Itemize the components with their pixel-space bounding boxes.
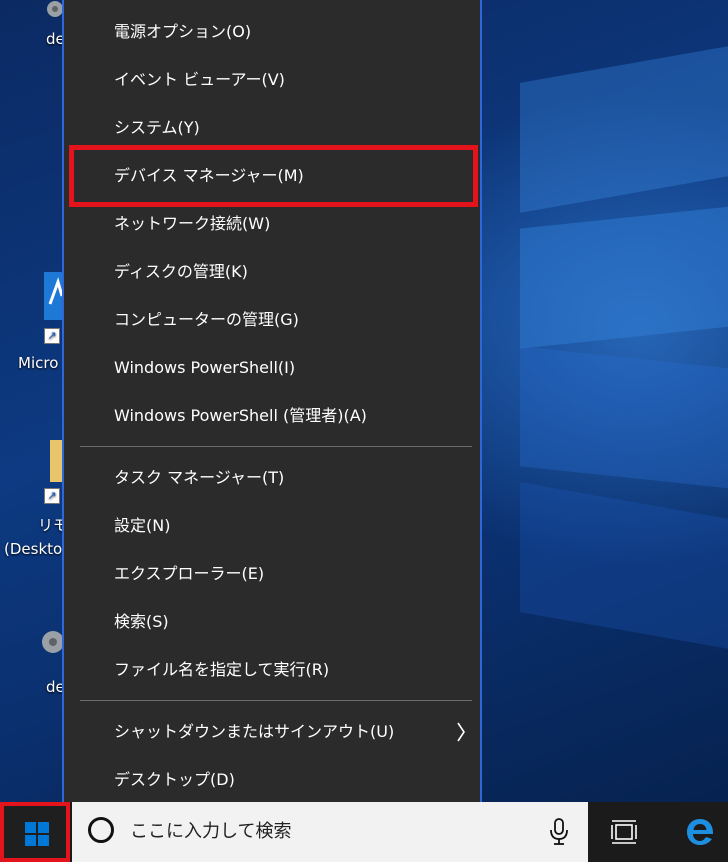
menu-item-label: Windows PowerShell (管理者)(A) (114, 406, 367, 425)
menu-item-power-options[interactable]: 電源オプション(O) (64, 9, 480, 55)
menu-item-label: エクスプローラー(E) (114, 564, 265, 583)
start-button[interactable] (0, 802, 70, 862)
winx-context-menu: 電源オプション(O) イベント ビューアー(V) システム(Y) デバイス マネ… (62, 0, 482, 814)
taskbar-search-box[interactable]: ここに入力して検索 (72, 802, 588, 862)
desktop-icon-label: Micro (18, 354, 59, 372)
desktop-icon-label-2: (Deskto (4, 540, 63, 558)
wallpaper-panel (520, 37, 728, 213)
menu-item-run[interactable]: ファイル名を指定して実行(R) (64, 647, 480, 693)
menu-item-search[interactable]: 検索(S) (64, 599, 480, 645)
wallpaper-panel (520, 201, 728, 349)
menu-separator (80, 700, 472, 701)
wallpaper-panel (520, 346, 728, 494)
menu-item-label: コンピューターの管理(G) (114, 310, 299, 329)
menu-item-desktop[interactable]: デスクトップ(D) (64, 757, 480, 803)
menu-item-powershell[interactable]: Windows PowerShell(I) (64, 345, 480, 391)
wallpaper-panel (520, 482, 728, 658)
taskbar: ここに入力して検索 (0, 802, 728, 862)
menu-separator (80, 446, 472, 447)
menu-item-label: ネットワーク接続(W) (114, 214, 271, 233)
microphone-icon[interactable] (548, 818, 570, 846)
windows-logo-icon (25, 822, 49, 846)
menu-item-label: ディスクの管理(K) (114, 262, 248, 281)
menu-item-label: ファイル名を指定して実行(R) (114, 660, 330, 679)
menu-item-label: 電源オプション(O) (114, 22, 252, 41)
highlight-box (69, 145, 478, 207)
menu-item-computer-management[interactable]: コンピューターの管理(G) (64, 297, 480, 343)
chevron-right-icon (457, 722, 465, 742)
menu-item-label: デスクトップ(D) (114, 770, 235, 789)
menu-item-event-viewer[interactable]: イベント ビューアー(V) (64, 57, 480, 103)
menu-item-settings[interactable]: 設定(N) (64, 503, 480, 549)
menu-item-task-manager[interactable]: タスク マネージャー(T) (64, 455, 480, 501)
menu-item-label: イベント ビューアー(V) (114, 70, 285, 89)
menu-item-shutdown[interactable]: シャットダウンまたはサインアウト(U) (64, 709, 480, 755)
menu-item-label: 検索(S) (114, 612, 169, 631)
menu-item-label: シャットダウンまたはサインアウト(U) (114, 722, 395, 741)
menu-item-label: Windows PowerShell(I) (114, 358, 296, 377)
menu-item-label: システム(Y) (114, 118, 200, 137)
menu-item-label: 設定(N) (114, 516, 171, 535)
menu-item-explorer[interactable]: エクスプローラー(E) (64, 551, 480, 597)
task-view-icon[interactable] (610, 819, 638, 845)
shortcut-arrow-icon: ↗ (44, 328, 60, 344)
menu-item-label: タスク マネージャー(T) (114, 468, 285, 487)
edge-icon[interactable] (684, 816, 716, 848)
menu-item-disk-management[interactable]: ディスクの管理(K) (64, 249, 480, 295)
search-circle-icon (88, 817, 114, 843)
search-placeholder: ここに入力して検索 (130, 821, 292, 842)
menu-item-powershell-admin[interactable]: Windows PowerShell (管理者)(A) (64, 393, 480, 439)
menu-item-network[interactable]: ネットワーク接続(W) (64, 201, 480, 247)
shortcut-arrow-icon: ↗ (44, 488, 60, 504)
